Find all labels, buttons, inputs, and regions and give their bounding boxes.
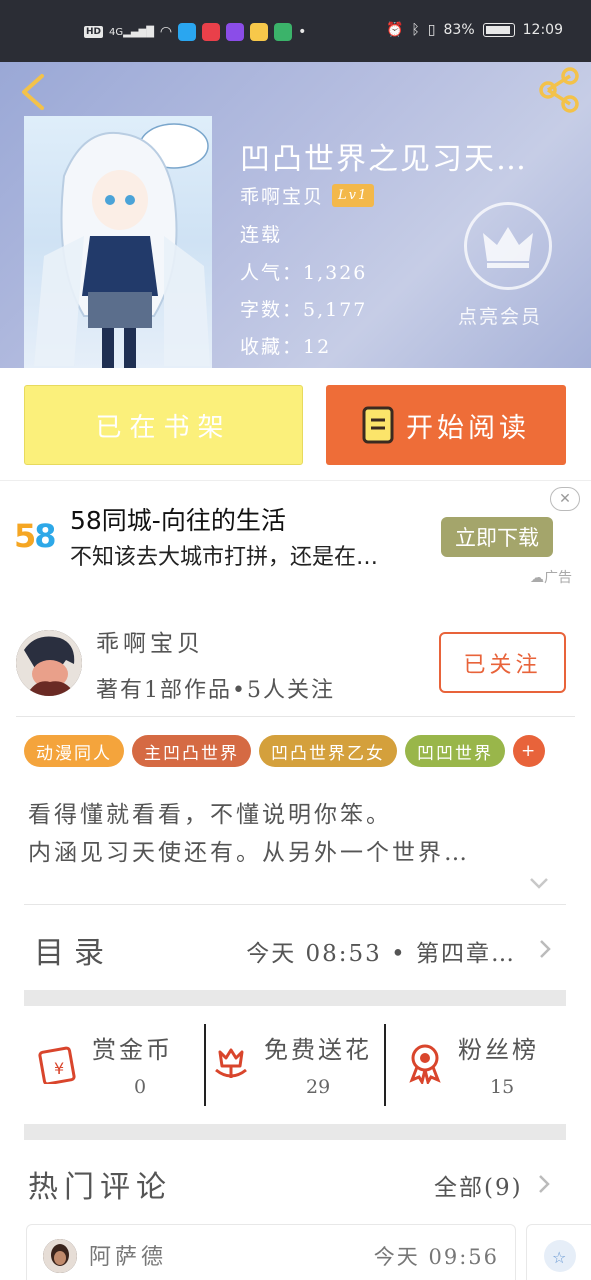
commenter-avatar[interactable] [43, 1239, 77, 1273]
ad-description: 不知该去大城市打拼，还是在… [70, 545, 379, 570]
avatar-illustration [16, 630, 82, 696]
clock: 12:09 [522, 22, 563, 38]
chevron-right-icon[interactable] [538, 1174, 550, 1194]
ad-tag: ☁广告 [530, 570, 572, 586]
fans-value: 15 [490, 1076, 515, 1098]
book-description[interactable]: 看得懂就看看，不懂说明你笨。 内涵见习天使还有。从另外一个世界… [28, 796, 470, 872]
divider [16, 716, 575, 717]
start-reading-label: 开始阅读 [406, 412, 530, 444]
app-icon-video [226, 23, 245, 41]
book-author[interactable]: 乖啊宝贝 [240, 182, 324, 209]
more-tags-button[interactable]: + [513, 735, 546, 767]
vip-label[interactable]: 点亮会员 [458, 302, 542, 329]
ad-download-button[interactable]: 立即下载 [441, 517, 553, 557]
status-right: ⏰ ᛒ ▯ 83% 12:09 [386, 22, 563, 38]
battery-percent: 83% [443, 22, 475, 38]
vibrate-icon: ▯ [427, 22, 436, 38]
book-word-count: 字数：5,177 [240, 299, 368, 321]
stat-separator [204, 1024, 206, 1106]
section-separator [24, 990, 566, 1006]
comment-card[interactable]: 阿萨德 今天 09:56 [26, 1224, 516, 1280]
level-badge: Lv1 [332, 184, 375, 207]
free-flower-button[interactable]: 免费送花 29 [210, 1024, 382, 1108]
flower-label: 免费送花 [264, 1036, 372, 1064]
divider [24, 904, 566, 905]
start-reading-button[interactable]: 开始阅读 [326, 385, 566, 465]
crown-icon [483, 227, 533, 268]
book-favorites: 收藏：12 [240, 336, 332, 358]
ad-banner[interactable]: 58 58同城-向往的生活 不知该去大城市打拼，还是在… 立即下载 ✕ ☁广告 [0, 480, 591, 606]
ad-close-icon[interactable]: ✕ [550, 487, 580, 511]
reward-label: 赏金币 [92, 1036, 173, 1064]
action-buttons: 已在书架 开始阅读 [0, 368, 591, 480]
svg-text:☆: ☆ [552, 1248, 566, 1267]
alarm-icon: ⏰ [385, 22, 404, 38]
flower-value: 29 [306, 1076, 331, 1098]
book-author-line: 乖啊宝贝 Lv1 [240, 182, 375, 209]
tag-chip[interactable]: 主凹凸世界 [132, 735, 251, 767]
battery-icon [482, 23, 515, 37]
table-of-contents-row[interactable]: 目录 今天 08:53 • 第四章… [24, 906, 566, 992]
description-line: 内涵见习天使还有。从另外一个世界… [28, 840, 470, 866]
chevron-down-icon[interactable] [528, 876, 550, 890]
reward-coin-button[interactable]: ¥ 赏金币 0 [38, 1024, 198, 1108]
status-left: HD 4G▂▄▆█ ◠ • [84, 23, 306, 41]
tag-chip[interactable]: 凹凸世界乙女 [259, 735, 397, 767]
medal-icon [409, 1044, 441, 1084]
app-icon-tv [274, 23, 293, 41]
fans-label: 粉丝榜 [458, 1036, 539, 1064]
comment-card[interactable]: ☆ [526, 1224, 591, 1280]
tag-chip[interactable]: 动漫同人 [24, 735, 124, 767]
status-bar: HD 4G▂▄▆█ ◠ • ⏰ ᛒ ▯ 83% 12:09 [0, 0, 591, 62]
svg-text:¥: ¥ [54, 1059, 64, 1078]
ad-logo: 58 [14, 517, 57, 555]
reward-value: 0 [134, 1076, 147, 1098]
wifi-icon: ◠ [159, 24, 173, 40]
share-icon[interactable] [536, 66, 582, 114]
flower-icon [215, 1048, 247, 1078]
toc-latest-chapter: 今天 08:53 • 第四章… [246, 941, 516, 967]
comment-time: 今天 09:56 [373, 1245, 499, 1269]
app-icon-qq-browser [178, 23, 197, 41]
more-dots-icon: • [298, 24, 307, 40]
book-detail-panel: 乖啊宝贝 著有1部作品•5人关注 已关注 动漫同人 主凹凸世界 凹凸世界乙女 凹… [0, 606, 591, 1280]
commenter-photo [43, 1239, 77, 1273]
tag-list: 动漫同人 主凹凸世界 凹凸世界乙女 凹凹世界 + [24, 735, 546, 767]
hot-comments-title: 热门评论 [28, 1170, 172, 1205]
stat-separator [384, 1024, 386, 1106]
toc-title: 目录 [34, 936, 114, 971]
bluetooth-icon: ᛒ [411, 22, 420, 38]
stats-row: ¥ 赏金币 0 免费送花 29 粉丝榜 15 [24, 1008, 566, 1124]
book-popularity: 人气：1,326 [240, 262, 368, 284]
author-name[interactable]: 乖啊宝贝 [96, 624, 204, 658]
book-header: 凹凸世界之见习天… 乖啊宝贝 Lv1 连载 人气：1,326 字数：5,177 … [0, 62, 591, 368]
fan-ranking-button[interactable]: 粉丝榜 15 [404, 1024, 566, 1108]
author-stats: 著有1部作品•5人关注 [96, 678, 335, 703]
red-envelope-icon: ¥ [38, 1046, 76, 1084]
author-avatar[interactable] [16, 630, 82, 696]
in-shelf-button[interactable]: 已在书架 [24, 385, 303, 465]
ad-title: 58同城-向往的生活 [70, 506, 286, 535]
commenter-avatar: ☆ [544, 1240, 576, 1272]
book-status: 连载 [240, 224, 283, 246]
chevron-right-icon [540, 940, 551, 958]
app-icon-character [250, 23, 269, 41]
book-cover-image[interactable] [24, 116, 212, 368]
tag-chip[interactable]: 凹凹世界 [405, 735, 505, 767]
cover-illustration [34, 123, 210, 368]
vip-crown-button[interactable] [464, 202, 552, 290]
all-comments-link[interactable]: 全部(9) [434, 1168, 523, 1202]
back-arrow-icon[interactable] [14, 70, 54, 114]
section-separator [24, 1124, 566, 1140]
follow-button[interactable]: 已关注 [439, 632, 566, 693]
description-line: 看得懂就看看，不懂说明你笨。 [28, 802, 392, 828]
signal-icon: 4G▂▄▆█ [109, 26, 154, 38]
commenter-name[interactable]: 阿萨德 [89, 1239, 167, 1271]
app-icon-shopping [202, 23, 221, 41]
hd-icon: HD [84, 26, 104, 38]
book-title: 凹凸世界之见习天… [240, 142, 528, 177]
book-icon [362, 406, 394, 444]
